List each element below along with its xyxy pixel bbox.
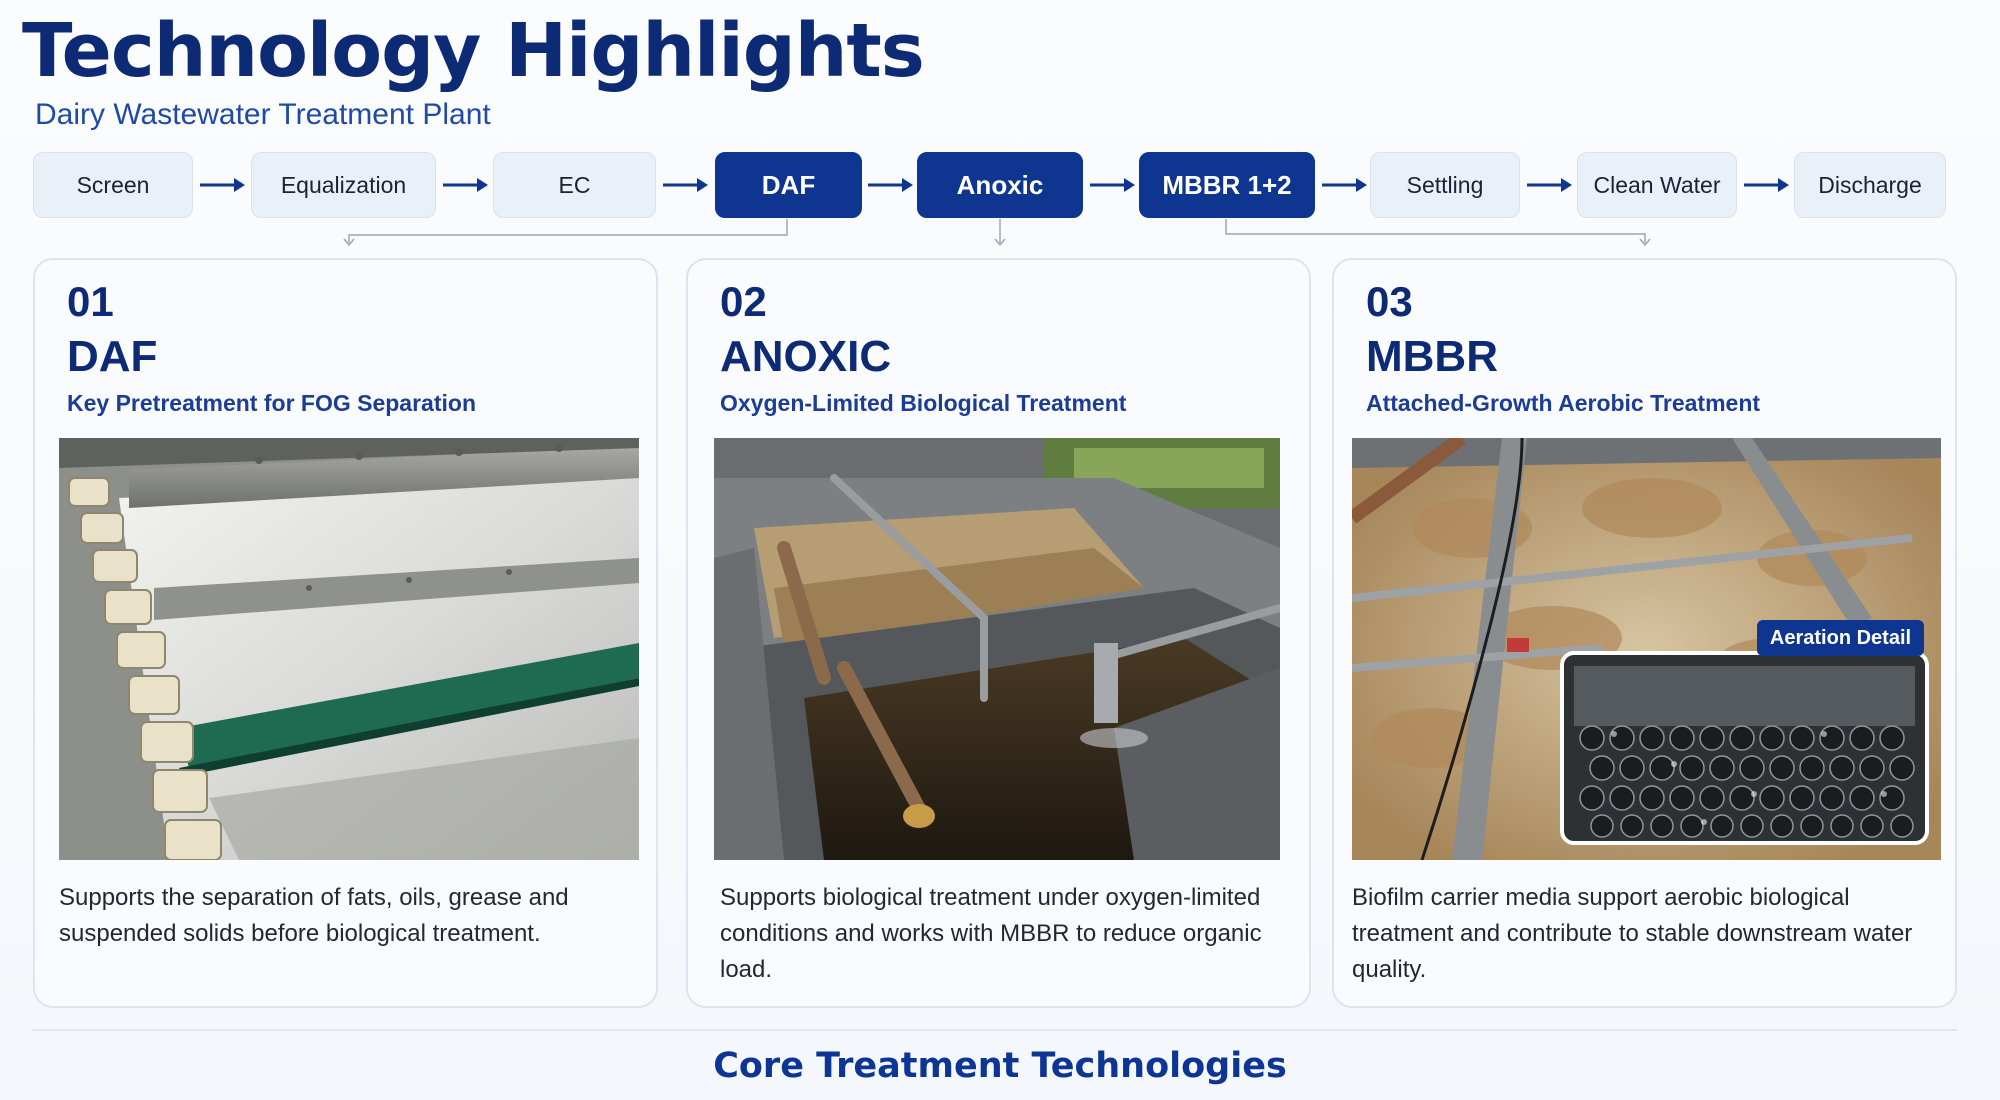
daf-photo [59, 438, 639, 860]
card-description: Supports the separation of fats, oils, g… [59, 884, 569, 947]
card-title: DAF [67, 332, 158, 381]
card-number: 01 [67, 278, 114, 325]
card-tagline: Attached-Growth Aerobic Treatment [1366, 390, 1761, 416]
card-description: Supports biological treatment under oxyg… [720, 884, 1262, 983]
step-card-connectors [343, 219, 1651, 247]
anoxic-photo [714, 438, 1280, 860]
tech-card-mbbr: 03 MBBR Attached-Growth Aerobic Treatmen… [1332, 258, 1957, 1008]
tech-card-daf: 01 DAF Key Pretreatment for FOG Separati… [33, 258, 658, 1008]
footer-label: Core Treatment Technologies [713, 1046, 1287, 1086]
card-number: 02 [720, 278, 767, 325]
aeration-detail-badge: Aeration Detail [1769, 626, 1912, 649]
card-number: 03 [1366, 278, 1413, 325]
card-tagline: Oxygen-Limited Biological Treatment [720, 390, 1127, 416]
mbbr-photo: Aeration Detail [1352, 438, 1941, 860]
tech-card-anoxic: 02 ANOXIC Oxygen-Limited Biological Trea… [686, 258, 1311, 1008]
footer-divider [32, 1029, 1957, 1031]
card-title: MBBR [1366, 332, 1498, 381]
card-description: Biofilm carrier media support aerobic bi… [1352, 884, 1913, 983]
card-title: ANOXIC [720, 332, 892, 381]
card-tagline: Key Pretreatment for FOG Separation [67, 390, 476, 416]
